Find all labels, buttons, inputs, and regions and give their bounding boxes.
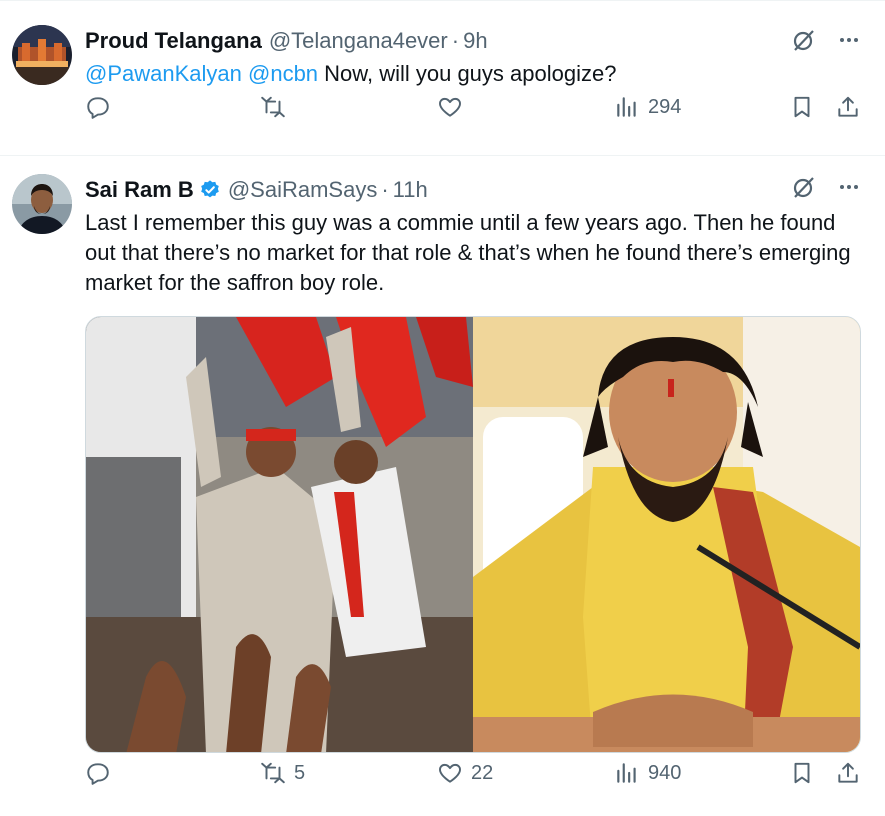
views-icon [617,763,636,783]
like-count: 22 [471,761,494,784]
tweet-top-actions [791,174,861,200]
bookmark-icon [794,762,810,784]
retweet-icon [261,96,285,118]
avatar[interactable] [12,174,72,234]
tweet-body: Now, will you guys apologize? [324,61,617,86]
retweet-button[interactable] [260,92,286,122]
tweet-header: Sai Ram B @SaiRamSays · 11h [85,176,428,204]
display-name[interactable]: Sai Ram B [85,176,194,204]
more-icon[interactable] [837,28,861,52]
tweet[interactable]: Sai Ram B @SaiRamSays · 11h Last I remem… [0,155,885,816]
share-icon [838,96,858,117]
views-count: 294 [648,95,682,118]
more-icon[interactable] [837,175,861,199]
timestamp[interactable]: 9h [463,27,487,55]
retweet-icon [261,762,285,784]
tweet-header: Proud Telangana @Telangana4ever · 9h [85,27,488,55]
media-image-portrait[interactable] [473,317,860,752]
separator: · [381,177,389,202]
like-button[interactable]: 22 [437,758,493,788]
grok-icon[interactable] [791,27,817,53]
display-name[interactable]: Proud Telangana [85,27,262,55]
media-image-rally[interactable] [86,317,473,752]
bookmark-icon [794,96,810,118]
avatar[interactable] [12,25,72,85]
tweet-text: @PawanKalyan @ncbn Now, will you guys ap… [85,59,863,89]
share-button[interactable] [835,92,861,122]
mention-link[interactable]: @PawanKalyan [85,61,242,86]
tweet-text: Last I remember this guy was a commie un… [85,210,851,295]
retweet-count: 5 [294,761,306,784]
bookmark-button[interactable] [789,758,815,788]
reply-icon [87,763,109,785]
user-handle[interactable]: @Telangana4ever [269,27,448,55]
views-count: 940 [648,761,682,784]
views-button[interactable]: 294 [614,92,681,122]
user-handle[interactable]: @SaiRamSays [228,176,378,204]
verified-badge-icon [201,180,219,198]
bookmark-button[interactable] [789,92,815,122]
reply-button[interactable] [85,758,111,788]
like-button[interactable] [437,92,463,122]
grok-icon[interactable] [791,174,817,200]
tweet[interactable]: Proud Telangana @Telangana4ever · 9h @Pa… [0,0,885,154]
heart-icon [439,763,461,783]
views-button[interactable]: 940 [614,758,681,788]
reply-icon [87,97,109,119]
tweet-top-actions [791,27,861,53]
tweet-media[interactable] [85,316,861,753]
separator: · [451,28,460,53]
share-button[interactable] [835,758,861,788]
timestamp[interactable]: 11h [393,176,428,204]
reply-button[interactable] [85,92,111,122]
share-icon [838,762,858,783]
views-icon [617,97,636,117]
heart-icon [439,97,461,117]
retweet-button[interactable]: 5 [260,758,305,788]
mention-link[interactable]: @ncbn [248,61,318,86]
